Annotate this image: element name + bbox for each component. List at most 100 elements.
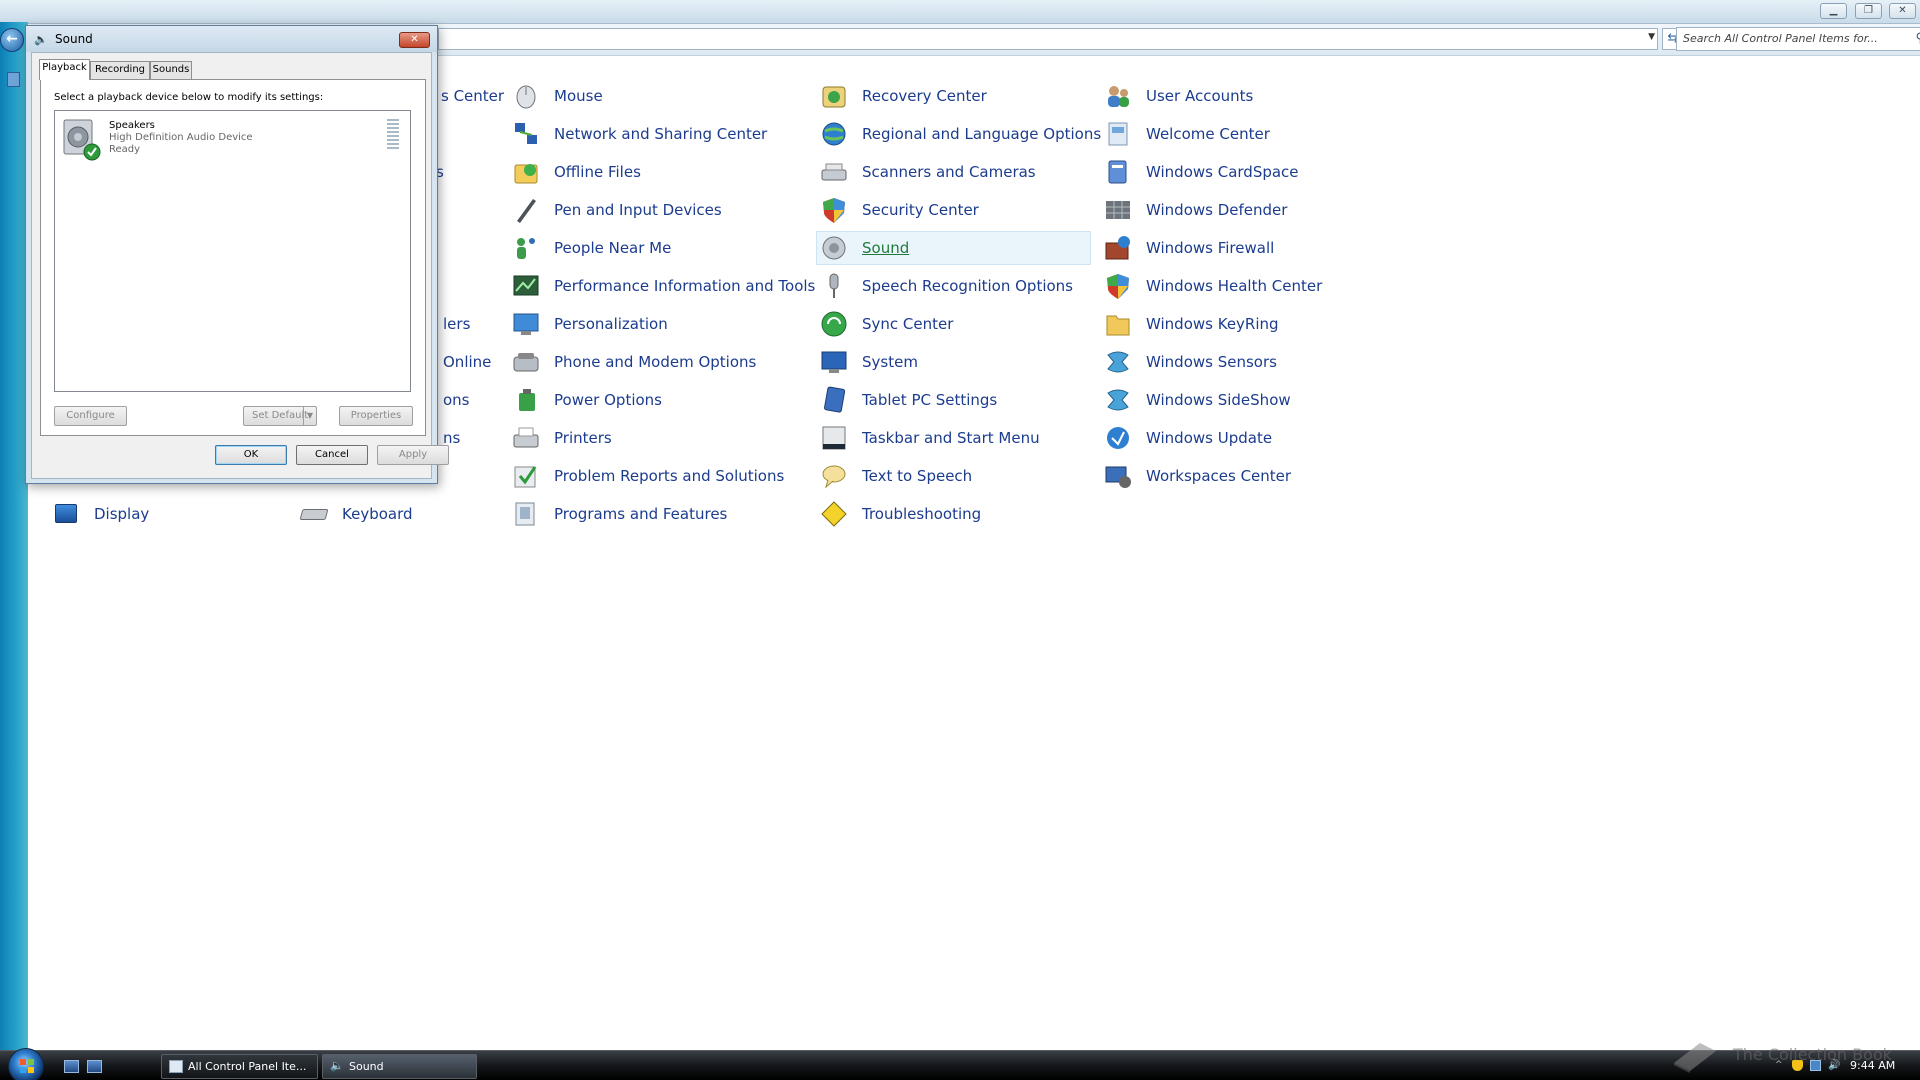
power-icon (511, 385, 541, 415)
volume-tray-icon[interactable]: 🔊 (1828, 1060, 1840, 1071)
address-bar[interactable]: ▼ (438, 28, 1658, 50)
cp-item-offline-files[interactable]: Offline Files (511, 157, 641, 187)
partial-label: Online (443, 353, 492, 371)
cp-item-power-options[interactable]: Power Options (511, 385, 662, 415)
performance-icon (511, 271, 541, 301)
cp-item-label: Security Center (862, 201, 979, 219)
users-icon (1103, 81, 1133, 111)
cp-item-user-accounts[interactable]: User Accounts (1103, 81, 1253, 111)
tab-label: Playback (42, 62, 87, 73)
cp-item-security-center[interactable]: Security Center (819, 195, 979, 225)
apply-button[interactable]: Apply (377, 445, 449, 465)
tab-recording[interactable]: Recording (90, 61, 150, 79)
button-label: Configure (66, 410, 115, 421)
partial-item[interactable]: ons (443, 385, 470, 415)
personalization-icon (511, 309, 541, 339)
start-button[interactable] (8, 1048, 44, 1080)
firewall-icon (1103, 233, 1133, 263)
programs-icon (511, 499, 541, 529)
partial-item[interactable]: s Center (441, 81, 504, 111)
cp-item-label: Personalization (554, 315, 668, 333)
chevron-down-icon[interactable]: ▼ (303, 407, 316, 425)
cp-item-pen-and-input-devices[interactable]: Pen and Input Devices (511, 195, 722, 225)
cp-item-windows-defender[interactable]: Windows Defender (1103, 195, 1287, 225)
clock[interactable]: 9:44 AM (1850, 1059, 1895, 1072)
cp-item-label: Printers (554, 429, 612, 447)
minimize-button[interactable]: ▁ (1820, 3, 1847, 19)
cp-item-sound[interactable]: Sound (816, 231, 1091, 265)
tab-sounds[interactable]: Sounds (150, 61, 192, 79)
cp-item-windows-keyring[interactable]: Windows KeyRing (1103, 309, 1279, 339)
cp-item-label: Windows KeyRing (1146, 315, 1279, 333)
security-tray-icon[interactable] (1792, 1060, 1803, 1071)
cp-item-windows-cardspace[interactable]: Windows CardSpace (1103, 157, 1299, 187)
taskbar-button-control-panel[interactable]: All Control Panel Ite... (161, 1054, 318, 1079)
cp-item-windows-firewall[interactable]: Windows Firewall (1103, 233, 1274, 263)
taskbar-button-sound[interactable]: 🔈 Sound (322, 1054, 477, 1079)
cp-item-speech-recognition-options[interactable]: Speech Recognition Options (819, 271, 1073, 301)
search-input[interactable]: Search All Control Panel Items for... ⚲ (1676, 27, 1920, 51)
partial-label: lers (443, 315, 471, 333)
cp-item-mouse[interactable]: Mouse (511, 81, 603, 111)
cp-item-windows-sideshow[interactable]: Windows SideShow (1103, 385, 1291, 415)
cp-item-taskbar-and-start-menu[interactable]: Taskbar and Start Menu (819, 423, 1040, 453)
cp-item-recovery-center[interactable]: Recovery Center (819, 81, 987, 111)
cp-item-troubleshooting[interactable]: Troubleshooting (819, 499, 981, 529)
cp-item-scanners-and-cameras[interactable]: Scanners and Cameras (819, 157, 1036, 187)
partial-item[interactable]: Online (443, 347, 491, 377)
tab-playback[interactable]: Playback (39, 59, 90, 80)
configure-button[interactable]: Configure (54, 406, 127, 426)
address-dropdown-icon[interactable]: ▼ (1648, 32, 1655, 42)
cp-item-phone-and-modem-options[interactable]: Phone and Modem Options (511, 347, 756, 377)
cp-item-sync-center[interactable]: Sync Center (819, 309, 953, 339)
cp-item-printers[interactable]: Printers (511, 423, 612, 453)
cp-item-windows-sensors[interactable]: Windows Sensors (1103, 347, 1277, 377)
partial-label: ons (443, 391, 470, 409)
show-desktop-icon[interactable] (64, 1060, 79, 1073)
cp-item-network-and-sharing-center[interactable]: Network and Sharing Center (511, 119, 767, 149)
keyboard-icon (299, 499, 329, 529)
cp-item-welcome-center[interactable]: Welcome Center (1103, 119, 1270, 149)
set-default-button[interactable]: Set Default ▼ (243, 406, 317, 426)
network-tray-icon[interactable] (1810, 1060, 1821, 1071)
cp-item-text-to-speech[interactable]: Text to Speech (819, 461, 972, 491)
cp-item-workspaces-center[interactable]: Workspaces Center (1103, 461, 1291, 491)
tray-expand-icon[interactable]: ^ (1775, 1060, 1786, 1071)
cp-item-personalization[interactable]: Personalization (511, 309, 668, 339)
ok-button[interactable]: OK (215, 445, 287, 465)
pane-icon[interactable] (7, 72, 20, 87)
cp-item-tablet-pc-settings[interactable]: Tablet PC Settings (819, 385, 997, 415)
back-button[interactable]: ← (0, 28, 24, 52)
cp-item-display[interactable]: Display (51, 499, 149, 529)
cp-item-windows-update[interactable]: Windows Update (1103, 423, 1272, 453)
button-label: Cancel (315, 449, 349, 460)
list-item[interactable]: Speakers High Definition Audio Device Re… (57, 113, 408, 167)
cp-item-label: Offline Files (554, 163, 641, 181)
cp-item-regional-and-language-options[interactable]: Regional and Language Options (819, 119, 1101, 149)
partial-item[interactable]: lers (443, 309, 470, 339)
search-icon[interactable]: ⚲ (1915, 31, 1920, 46)
cp-item-system[interactable]: System (819, 347, 918, 377)
cp-item-label: User Accounts (1146, 87, 1254, 105)
cp-item-label: Keyboard (342, 505, 413, 523)
system-icon (819, 347, 849, 377)
cp-item-label: Scanners and Cameras (862, 163, 1036, 181)
workspaces-icon (1103, 461, 1133, 491)
cp-item-label: Sync Center (862, 315, 954, 333)
cp-item-people-near-me[interactable]: People Near Me (511, 233, 671, 263)
cp-item-performance-information-and-tools[interactable]: Performance Information and Tools (511, 271, 815, 301)
close-button[interactable]: ✕ (1889, 3, 1916, 19)
cancel-button[interactable]: Cancel (296, 445, 368, 465)
properties-button[interactable]: Properties (339, 406, 413, 426)
maximize-button[interactable]: ❐ (1855, 3, 1882, 19)
tab-label: Recording (94, 64, 145, 75)
cp-item-problem-reports-and-solutions[interactable]: Problem Reports and Solutions (511, 461, 784, 491)
cp-item-programs-and-features[interactable]: Programs and Features (511, 499, 727, 529)
welcome-icon (1103, 119, 1133, 149)
dialog-close-button[interactable]: ✕ (399, 32, 430, 48)
dialog-titlebar[interactable]: 🔈 Sound ✕ (26, 26, 437, 52)
cp-item-windows-health-center[interactable]: Windows Health Center (1103, 271, 1322, 301)
device-list[interactable]: Speakers High Definition Audio Device Re… (54, 110, 411, 392)
switch-windows-icon[interactable] (87, 1060, 102, 1073)
cp-item-keyboard[interactable]: Keyboard (299, 499, 413, 529)
